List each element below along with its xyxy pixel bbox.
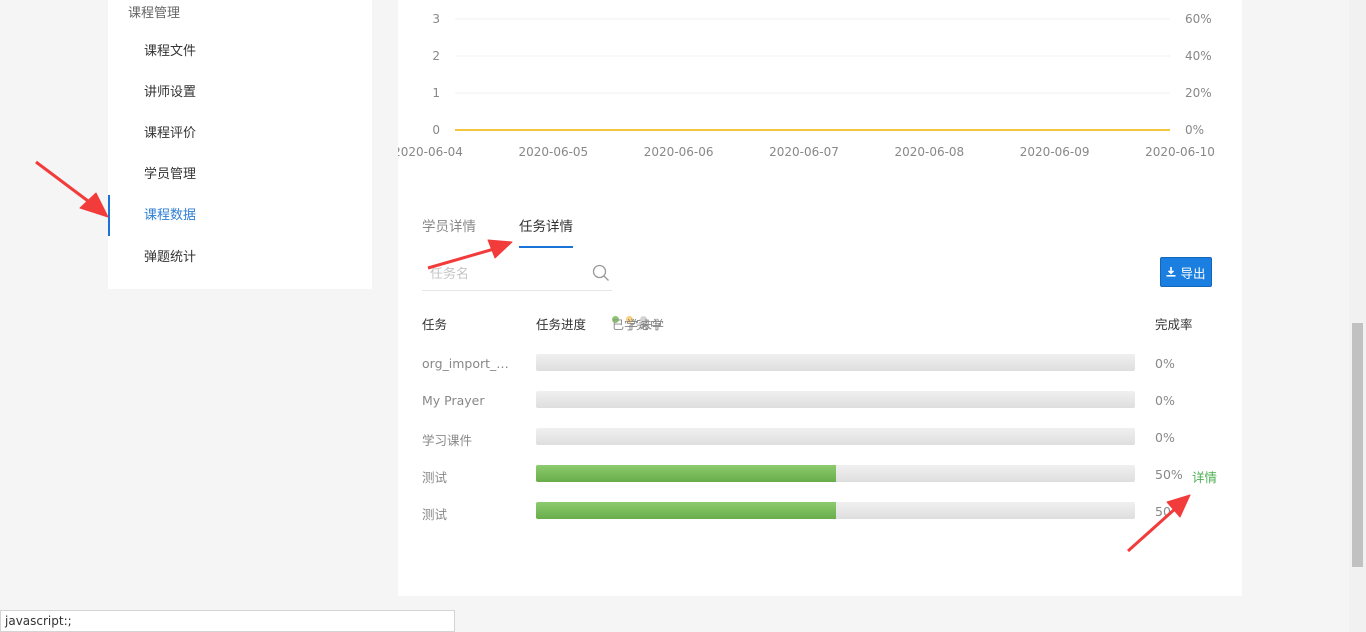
sidebar-item-course-reviews[interactable]: 课程评价 <box>108 113 372 154</box>
export-button[interactable]: 导出 <box>1160 257 1212 287</box>
table-row: 测试 50 <box>422 501 1222 523</box>
tab-student-details[interactable]: 学员详情 <box>422 214 476 248</box>
detail-link[interactable]: 详情 <box>1192 467 1217 486</box>
sidebar-group-title: 课程管理 <box>128 6 181 21</box>
x-tick-label: 2020-06-05 <box>518 145 588 159</box>
chart-svg: 0 0% 1 20% 2 40% 3 60% 2020-06-04 2020-06-05 2020-… <box>398 12 1215 159</box>
x-tick-label: 2020-06-04 <box>398 145 463 159</box>
progress-bar <box>536 502 1135 519</box>
progress-bar <box>536 391 1135 408</box>
sidebar-item-course-data[interactable]: 课程数据 <box>108 195 372 236</box>
col-task: 任务 <box>422 317 448 332</box>
y-right-tick-label: 20% <box>1185 86 1212 100</box>
table-row: 测试 50% 详情 <box>422 464 1222 486</box>
sidebar-item-student-management[interactable]: 学员管理 <box>108 154 372 195</box>
col-progress: 任务进度 <box>536 317 587 332</box>
sidebar-item-quiz-stats[interactable]: 弹题统计 <box>108 237 372 278</box>
y-left-tick-label: 2 <box>432 49 440 63</box>
x-tick-label: 2020-06-06 <box>644 145 714 159</box>
y-right-tick-label: 0% <box>1185 123 1204 137</box>
task-name: 学习课件 <box>422 433 473 448</box>
scrollbar-thumb[interactable] <box>1352 323 1363 567</box>
tab-task-details[interactable]: 任务详情 <box>519 214 573 248</box>
table-row: 学习课件 0% <box>422 427 1222 449</box>
completion-rate: 50 <box>1155 504 1171 519</box>
completion-rate: 0% <box>1155 393 1175 408</box>
task-name: org_import_e... <box>422 356 512 371</box>
progress-bar <box>536 354 1135 371</box>
y-right-tick-label: 60% <box>1185 12 1212 26</box>
sidebar-item-instructor-settings[interactable]: 讲师设置 <box>108 72 372 113</box>
line-chart: 0 0% 1 20% 2 40% 3 60% 2020-06-04 2020-06-05 2020-… <box>398 0 1242 175</box>
search-icon[interactable] <box>592 264 610 282</box>
col-rate: 完成率 <box>1155 317 1193 332</box>
download-icon <box>1166 267 1176 277</box>
browser-status-bar: javascript:; <box>0 610 455 632</box>
task-name: 测试 <box>422 470 448 485</box>
task-search-input[interactable] <box>430 263 580 285</box>
x-tick-label: 2020-06-10 <box>1145 145 1215 159</box>
task-name: My Prayer <box>422 393 485 408</box>
x-tick-label: 2020-06-08 <box>894 145 964 159</box>
main-panel: 0 0% 1 20% 2 40% 3 60% 2020-06-04 2020-06-05 2020-… <box>398 0 1242 596</box>
completion-rate: 0% <box>1155 430 1175 445</box>
arrow-annotation <box>35 160 109 218</box>
completion-rate: 0% <box>1155 356 1175 371</box>
export-label: 导出 <box>1180 265 1206 281</box>
y-left-tick-label: 0 <box>432 123 440 137</box>
x-tick-label: 2020-06-09 <box>1020 145 1090 159</box>
table-header: 任务 任务进度 已学完 学习中 未学 完成率 <box>422 312 1222 332</box>
sidebar: 课程管理 课程文件 讲师设置 课程评价 学员管理 课程数据 弹题统计 <box>108 0 372 289</box>
x-tick-label: 2020-06-07 <box>769 145 839 159</box>
completion-rate: 50% <box>1155 467 1183 482</box>
y-left-tick-label: 3 <box>432 12 440 26</box>
progress-fill <box>536 502 836 519</box>
table-row: org_import_e... 0% <box>422 353 1222 375</box>
y-left-tick-label: 1 <box>432 86 440 100</box>
progress-bar <box>536 428 1135 445</box>
y-right-tick-label: 40% <box>1185 49 1212 63</box>
progress-fill <box>536 465 836 482</box>
task-search <box>422 257 612 291</box>
page-scrollbar[interactable] <box>1349 0 1366 632</box>
sidebar-item-course-files[interactable]: 课程文件 <box>108 31 372 72</box>
task-name: 测试 <box>422 507 448 522</box>
progress-bar <box>536 465 1135 482</box>
table-row: My Prayer 0% <box>422 390 1222 412</box>
